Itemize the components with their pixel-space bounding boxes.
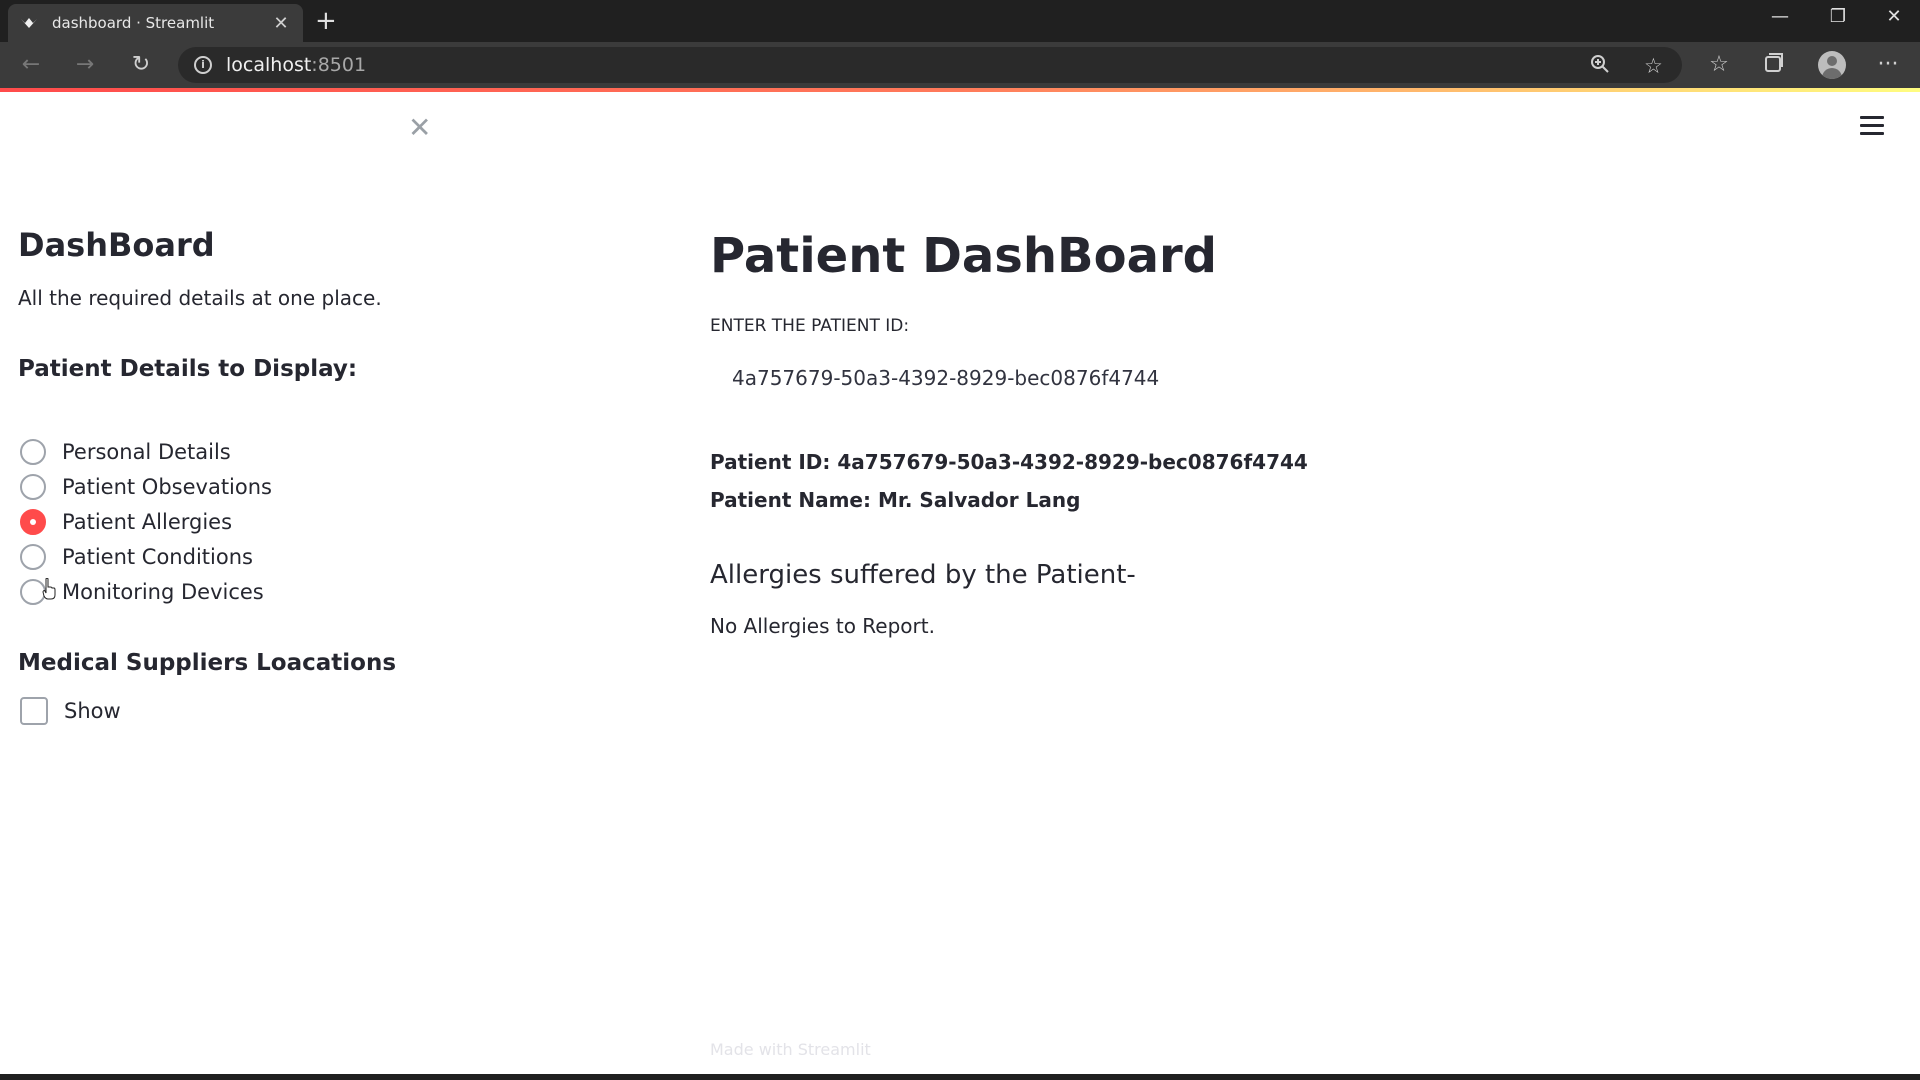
patient-name-line: Patient Name: Mr. Salvador Lang [710, 488, 1081, 512]
more-menu-icon[interactable]: ··· [1871, 52, 1905, 77]
hamburger-menu-icon[interactable] [1860, 116, 1884, 140]
browser-tab[interactable]: dashboard · Streamlit ✕ [8, 4, 303, 42]
favorites-list-icon[interactable]: ☆ [1702, 52, 1736, 77]
patient-id-input[interactable] [710, 352, 1270, 404]
radio-patient-observations[interactable]: Patient Obsevations [20, 472, 272, 502]
radio-monitoring-devices[interactable]: Monitoring Devices [20, 577, 264, 607]
radio-circle[interactable] [20, 439, 46, 465]
tab-close-icon[interactable]: ✕ [271, 13, 291, 34]
browser-titlebar: dashboard · Streamlit ✕ + — ❐ ✕ [0, 0, 1920, 42]
radio-label: Patient Obsevations [62, 475, 272, 499]
streamlit-favicon-icon [20, 14, 38, 32]
back-arrow-icon[interactable]: ← [16, 51, 46, 79]
browser-toolbar: ← → ↻ i localhost :8501 ☆ [0, 42, 1920, 88]
favorite-star-icon[interactable]: ☆ [1644, 54, 1663, 78]
collections-icon[interactable] [1757, 52, 1791, 80]
patient-id-line: Patient ID: 4a757679-50a3-4392-8929-bec0… [710, 450, 1308, 474]
hand-cursor-icon [42, 578, 56, 600]
site-info-icon[interactable]: i [194, 56, 212, 74]
address-bar[interactable]: i localhost :8501 ☆ [178, 47, 1682, 83]
sidebar-title: DashBoard [18, 226, 215, 264]
radio-label: Patient Allergies [62, 510, 233, 534]
bottom-strip [0, 1074, 1920, 1080]
radio-circle-selected[interactable] [20, 509, 46, 535]
page-title: Patient DashBoard [710, 228, 1218, 284]
radio-label: Personal Details [62, 440, 231, 464]
window-close-button[interactable]: ✕ [1874, 6, 1914, 27]
radio-label: Monitoring Devices [62, 580, 264, 604]
radio-circle[interactable] [20, 544, 46, 570]
radio-circle[interactable] [20, 474, 46, 500]
forward-arrow-icon[interactable]: → [70, 51, 100, 79]
allergies-heading: Allergies suffered by the Patient- [710, 560, 1136, 590]
checkbox-box[interactable] [20, 697, 48, 725]
radio-patient-conditions[interactable]: Patient Conditions [20, 542, 253, 572]
radio-patient-allergies[interactable]: Patient Allergies [20, 507, 232, 537]
show-checkbox[interactable]: Show [20, 697, 121, 725]
allergies-text: No Allergies to Report. [710, 614, 935, 638]
zoom-icon[interactable] [1590, 54, 1610, 79]
reload-icon[interactable]: ↻ [126, 51, 156, 79]
address-host: localhost [226, 54, 312, 76]
checkbox-label: Show [64, 699, 121, 723]
radio-label: Patient Conditions [62, 545, 253, 569]
sidebar-close-icon[interactable]: ✕ [408, 114, 431, 142]
minimize-button[interactable]: — [1760, 6, 1800, 27]
tab-title: dashboard · Streamlit [52, 14, 215, 32]
profile-avatar-icon[interactable] [1818, 51, 1846, 79]
address-port: :8501 [311, 54, 367, 76]
details-heading: Patient Details to Display: [18, 356, 358, 382]
new-tab-button[interactable]: + [315, 6, 337, 36]
sidebar-subtitle: All the required details at one place. [18, 286, 382, 310]
suppliers-heading: Medical Suppliers Loacations [18, 650, 397, 676]
patient-id-input-label: ENTER THE PATIENT ID: [710, 316, 910, 336]
made-with-streamlit-footer[interactable]: Made with Streamlit [710, 1040, 871, 1059]
restore-button[interactable]: ❐ [1818, 6, 1858, 27]
app-container: ✕ DashBoard All the required details at … [0, 92, 1920, 1074]
radio-personal-details[interactable]: Personal Details [20, 437, 231, 467]
